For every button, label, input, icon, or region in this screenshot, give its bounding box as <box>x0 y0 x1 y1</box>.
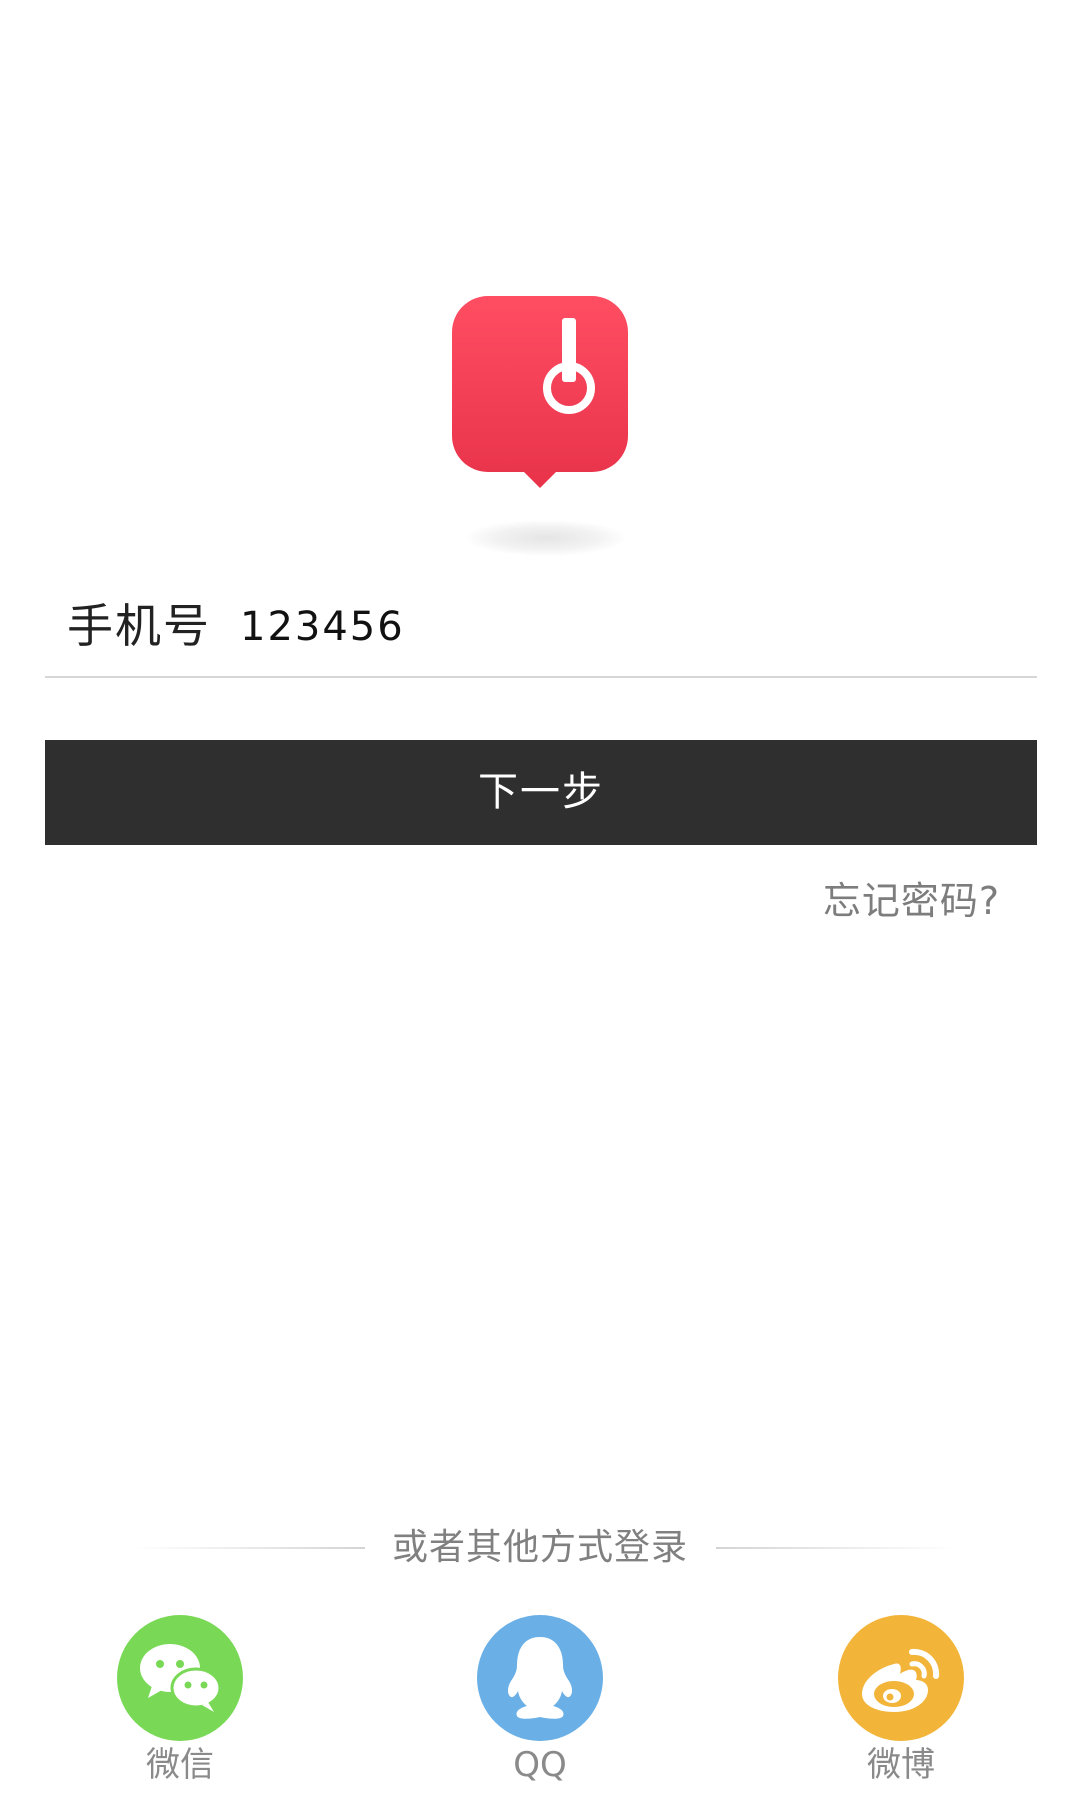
next-step-button[interactable]: 下一步 <box>45 740 1037 845</box>
qq-icon[interactable] <box>477 1615 603 1741</box>
weibo-label: 微博 <box>867 1745 935 1785</box>
qq-login-button[interactable]: QQ <box>465 1615 615 1795</box>
phone-field-row: 手机号 <box>45 580 1037 678</box>
phone-label: 手机号 <box>67 599 211 653</box>
logo-shadow <box>466 520 626 556</box>
weibo-icon[interactable] <box>838 1615 964 1741</box>
app-logo-icon <box>452 296 628 492</box>
other-login-divider: 或者其他方式登录 <box>0 1520 1080 1576</box>
wechat-icon[interactable] <box>117 1615 243 1741</box>
phone-input[interactable] <box>240 602 1000 652</box>
wechat-login-button[interactable]: 微信 <box>105 1615 255 1795</box>
login-page: 手机号 下一步 忘记密码? 或者其他方式登录 微信 <box>0 0 1080 1812</box>
forgot-password-link[interactable]: 忘记密码? <box>823 870 1000 925</box>
divider-line-right <box>716 1547 956 1549</box>
weibo-login-button[interactable]: 微博 <box>826 1615 976 1795</box>
qq-label: QQ <box>513 1745 567 1785</box>
wechat-label: 微信 <box>146 1745 214 1785</box>
